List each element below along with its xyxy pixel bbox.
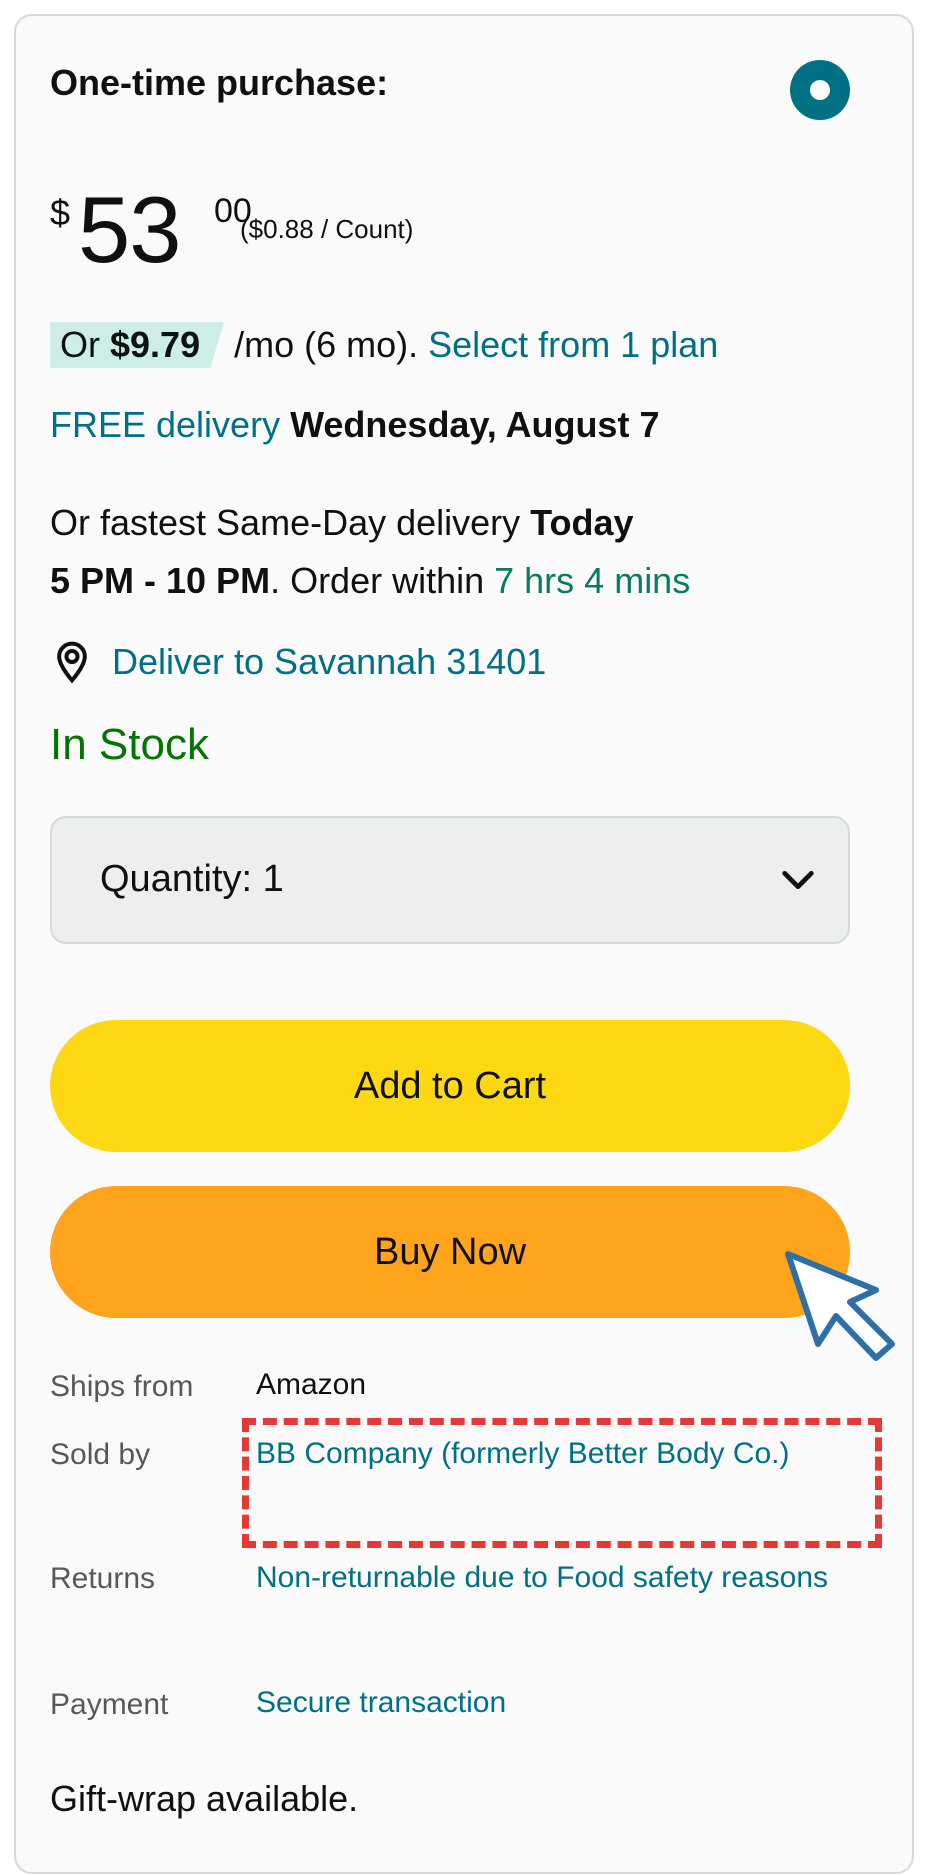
plan-badge: Or $9.79 bbox=[50, 322, 225, 368]
ships-from-label: Ships from bbox=[50, 1370, 194, 1403]
payment-link[interactable]: Secure transaction bbox=[256, 1673, 866, 1733]
installment-plan-row: Or $9.79 /mo (6 mo). Select from 1 plan bbox=[50, 322, 718, 368]
deliver-to-text: Deliver to Savannah 31401 bbox=[112, 641, 547, 682]
plan-term: /mo (6 mo). bbox=[224, 324, 429, 365]
quantity-value: 1 bbox=[262, 858, 284, 900]
free-delivery-link[interactable]: FREE delivery bbox=[50, 404, 280, 445]
free-delivery-date: Wednesday, August 7 bbox=[280, 404, 660, 445]
radio-dot bbox=[810, 80, 830, 100]
chevron-down-icon bbox=[782, 871, 814, 889]
plan-prefix: Or bbox=[60, 324, 110, 365]
fastest-delivery-day: Today bbox=[530, 502, 634, 543]
deliver-to-link[interactable]: Deliver to Savannah 31401 bbox=[50, 640, 546, 684]
fastest-delivery-line: Or fastest Same-Day delivery Today 5 PM … bbox=[50, 494, 850, 610]
order-within-text: . Order within bbox=[270, 560, 495, 601]
price-whole: 53 bbox=[78, 177, 182, 282]
buy-now-button[interactable]: Buy Now bbox=[50, 1186, 850, 1318]
returns-link[interactable]: Non-returnable due to Food safety reason… bbox=[256, 1548, 866, 1608]
location-pin-icon bbox=[57, 641, 87, 684]
stock-status: In Stock bbox=[50, 720, 209, 769]
free-delivery-line: FREE delivery Wednesday, August 7 bbox=[50, 404, 659, 446]
unit-price: ($0.88 / Count) bbox=[240, 214, 414, 244]
quantity-label: Quantity: 1 bbox=[100, 858, 284, 901]
ships-from-value: Amazon bbox=[256, 1368, 367, 1401]
price-symbol: $ bbox=[50, 192, 71, 233]
quantity-dropdown[interactable]: Quantity: 1 bbox=[50, 816, 850, 944]
fastest-delivery-prefix: Or fastest Same-Day delivery bbox=[50, 502, 531, 543]
quantity-label-text: Quantity: bbox=[100, 858, 253, 900]
payment-label: Payment bbox=[50, 1688, 169, 1721]
plan-amount: $9.79 bbox=[110, 324, 201, 365]
highlight-annotation-box bbox=[242, 1418, 882, 1548]
select-plan-link[interactable]: Select from 1 plan bbox=[428, 324, 718, 365]
sold-by-label: Sold by bbox=[50, 1438, 151, 1471]
returns-label: Returns bbox=[50, 1562, 156, 1595]
order-countdown: 7 hrs 4 mins bbox=[494, 560, 691, 601]
pointer-cursor-icon bbox=[785, 1251, 895, 1361]
purchase-option-title: One-time purchase: bbox=[50, 62, 389, 103]
gift-wrap-text: Gift-wrap available. bbox=[50, 1778, 359, 1819]
fastest-delivery-window: 5 PM - 10 PM bbox=[50, 560, 271, 601]
add-to-cart-button[interactable]: Add to Cart bbox=[50, 1020, 850, 1152]
radio-selected-icon[interactable] bbox=[790, 60, 850, 120]
